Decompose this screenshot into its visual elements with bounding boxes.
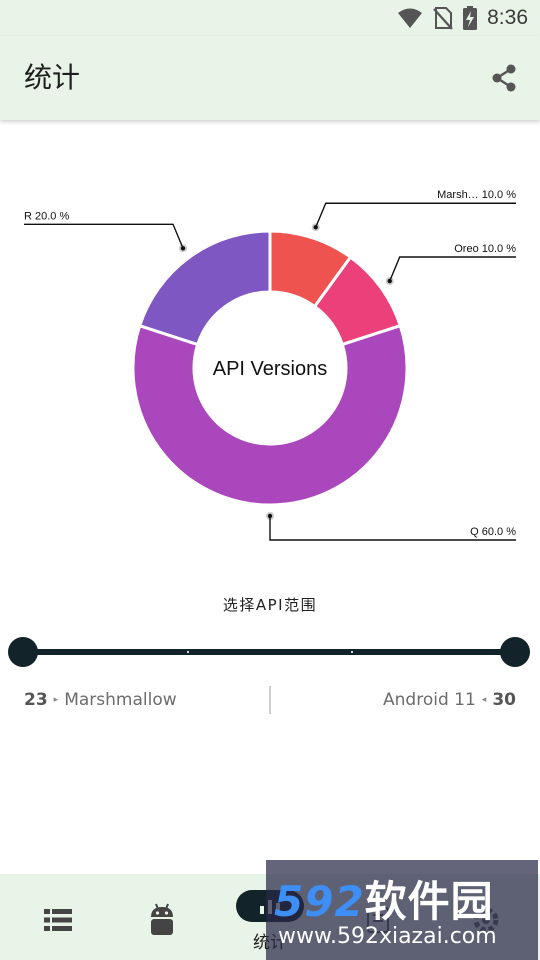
divider bbox=[269, 686, 271, 714]
no-sim-icon bbox=[433, 7, 453, 30]
android-icon bbox=[142, 900, 182, 940]
app-bar: 统计 bbox=[0, 36, 540, 120]
nav-item-list[interactable] bbox=[0, 874, 108, 960]
slider-tick bbox=[351, 651, 353, 653]
range-min: 23 ▸ Marshmallow bbox=[24, 690, 177, 710]
slice-label: R 20.0 % bbox=[24, 210, 69, 222]
status-time: 8:36 bbox=[487, 6, 528, 29]
slice-label: Marsh… 10.0 % bbox=[437, 189, 516, 201]
slice-label: Oreo 10.0 % bbox=[454, 243, 516, 255]
range-max-value: 30 bbox=[492, 690, 516, 710]
range-max: Android 11 ◂ 30 bbox=[383, 690, 516, 710]
share-button[interactable] bbox=[484, 58, 524, 98]
slider-thumb-max[interactable] bbox=[500, 637, 530, 667]
arrow-left-icon: ◂ bbox=[481, 695, 487, 705]
share-icon bbox=[492, 64, 516, 92]
watermark-brand: 592软件园 bbox=[274, 877, 494, 926]
arrow-right-icon: ▸ bbox=[53, 695, 59, 705]
label-leader-line bbox=[389, 256, 516, 282]
range-title: 选择API范围 bbox=[222, 596, 318, 614]
range-values: 23 ▸ Marshmallow Android 11 ◂ 30 bbox=[0, 686, 540, 716]
watermark-logo: 592软件园 www.592xiazai.com bbox=[266, 860, 538, 960]
page-title: 统计 bbox=[24, 61, 81, 94]
wifi-icon bbox=[398, 8, 423, 28]
status-icons: 8:36 bbox=[397, 4, 528, 32]
slice-label: Q 60.0 % bbox=[470, 526, 516, 538]
slider-tick bbox=[187, 651, 189, 653]
chart-title: API Versions bbox=[213, 358, 328, 380]
slider-track[interactable] bbox=[24, 649, 516, 655]
battery-charging-icon bbox=[463, 6, 478, 30]
label-leader-line bbox=[24, 223, 184, 249]
range-max-name: Android 11 bbox=[383, 690, 476, 710]
list-icon bbox=[38, 900, 78, 940]
api-versions-donut-chart[interactable]: API Versions Marsh… 10.0 % Oreo 10.0 % Q 60… bbox=[0, 150, 540, 570]
slider-thumb-min[interactable] bbox=[8, 637, 38, 667]
nav-item-android[interactable] bbox=[108, 874, 216, 960]
watermark-url: www.592xiazai.com bbox=[278, 924, 497, 949]
api-range-slider[interactable] bbox=[8, 632, 532, 672]
label-leader-line bbox=[315, 202, 516, 228]
status-bar: 8:36 bbox=[0, 0, 540, 36]
range-min-value: 23 bbox=[24, 690, 48, 710]
range-min-name: Marshmallow bbox=[64, 690, 177, 710]
